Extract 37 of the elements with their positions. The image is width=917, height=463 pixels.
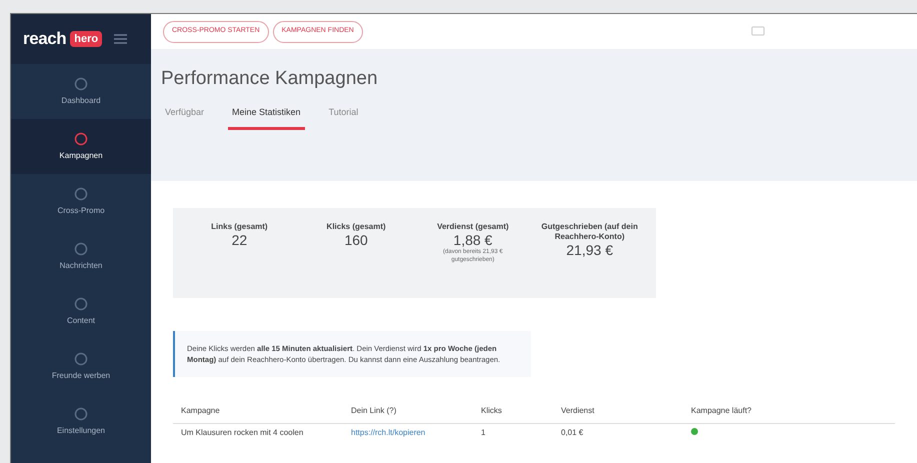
stat-label: Klicks (gesamt) — [326, 222, 386, 232]
column-header: Klicks — [473, 399, 553, 424]
logo-badge: hero — [70, 30, 102, 48]
stat-label: Verdienst (gesamt) — [437, 222, 509, 232]
nav-icon — [74, 242, 88, 256]
column-header: Verdienst — [553, 399, 683, 424]
stat-value: 22 — [232, 232, 248, 248]
sidebar-item[interactable]: Freunde werben — [11, 339, 151, 394]
column-header: Dein Link (?) — [343, 399, 473, 424]
sidebar-item[interactable]: Dashboard — [11, 64, 151, 119]
link-cell[interactable]: https://rch.lt/kopieren — [343, 424, 473, 442]
nav-icon — [74, 186, 88, 200]
menu-icon[interactable] — [114, 34, 128, 44]
stat-label: Links (gesamt) — [211, 222, 268, 232]
sidebar-item[interactable]: Content — [11, 284, 151, 339]
column-header: Kampagne — [173, 399, 343, 424]
stat-value: 21,93 € — [566, 242, 613, 258]
stat-value: 160 — [344, 232, 368, 248]
table-cell: Um Klausuren rocken mit 4 coolen — [173, 424, 343, 442]
tab[interactable]: Meine Statistiken — [228, 106, 305, 130]
page-title: Performance Kampagnen — [161, 67, 379, 91]
sidebar-item[interactable]: Einstellungen — [11, 394, 151, 449]
sidebar-item[interactable]: Cross-Promo — [11, 174, 151, 229]
nav-icon — [74, 296, 88, 310]
nav-icon — [74, 406, 88, 420]
sidebar-item[interactable]: Nachrichten — [11, 229, 151, 284]
nav-icon — [74, 132, 88, 146]
logo-text: reach — [23, 28, 66, 50]
stat-value: 1,88 € — [453, 232, 492, 248]
table-cell: 1 — [473, 424, 553, 442]
stat-label: Gutgeschrieben (auf dein Reachhero-Konto) — [540, 222, 639, 242]
table-cell: 0,01 € — [553, 424, 683, 442]
tab[interactable]: Verfügbar — [161, 106, 208, 130]
nav-icon — [74, 76, 88, 90]
column-header: Kampagne läuft? — [683, 399, 895, 424]
nav-icon — [74, 352, 88, 366]
sidebar-item[interactable]: Kampagnen — [11, 119, 151, 174]
